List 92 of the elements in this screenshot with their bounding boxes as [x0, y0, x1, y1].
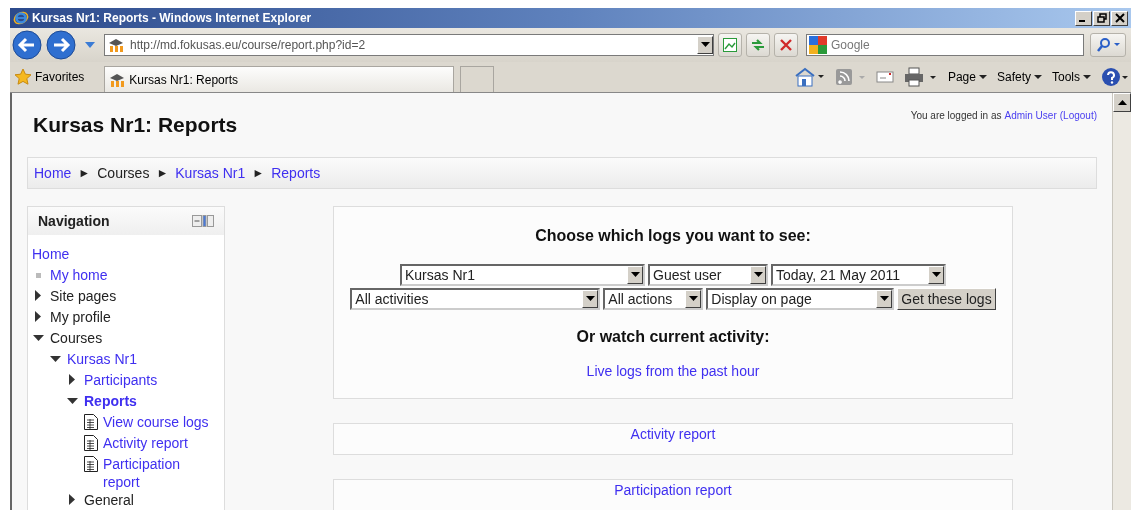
dock-icon[interactable] — [192, 215, 214, 227]
feeds-button[interactable] — [833, 67, 866, 87]
breadcrumb-item[interactable]: Kursas Nr1 — [175, 165, 246, 181]
breadcrumb-item[interactable]: Reports — [271, 165, 321, 181]
picture-icon — [722, 37, 738, 53]
browser-tab[interactable]: Kursas Nr1: Reports — [104, 66, 455, 92]
address-field[interactable]: http://md.fokusas.eu/course/report.php?id=2 — [104, 34, 714, 56]
command-menu[interactable]: Tools — [1052, 70, 1091, 84]
dropdown-select[interactable]: Today, 21 May 2011 — [771, 264, 946, 286]
refresh-button[interactable] — [746, 33, 770, 57]
caret-icon — [978, 74, 987, 80]
star-icon — [14, 68, 32, 86]
document-icon — [83, 434, 99, 452]
report-link[interactable]: Activity report — [630, 426, 716, 454]
help-button[interactable] — [1101, 67, 1129, 87]
back-button[interactable] — [12, 30, 42, 60]
breadcrumb-separator: ► — [252, 166, 265, 180]
caret-icon — [1034, 74, 1042, 80]
dropdown-select[interactable]: Guest user — [648, 264, 768, 286]
nav-item[interactable]: Activity report — [103, 434, 188, 452]
caret-icon — [753, 272, 763, 278]
up-arrow-icon — [1117, 99, 1127, 106]
nav-item[interactable]: Kursas Nr1 — [67, 350, 138, 368]
nav-item[interactable]: Courses — [50, 329, 103, 347]
caret-icon — [931, 272, 941, 278]
get-logs-button[interactable]: Get these logs — [897, 288, 996, 310]
scroll-up-button[interactable] — [1113, 93, 1131, 112]
login-text: You are logged in as — [910, 110, 1002, 121]
live-logs-link[interactable]: Live logs from the past hour — [586, 363, 760, 379]
feed-icon — [833, 67, 866, 87]
nav-item[interactable]: Reports — [84, 392, 137, 410]
nav-item[interactable]: Participants — [84, 371, 158, 389]
refresh-icon — [750, 37, 766, 53]
dropdown-select[interactable]: Display on page — [706, 288, 895, 310]
home-icon — [793, 67, 824, 87]
nav-item[interactable]: My home — [50, 266, 108, 284]
breadcrumb-separator: ► — [78, 166, 91, 180]
browser-e-icon — [13, 10, 29, 26]
caret-icon — [1083, 74, 1091, 80]
command-menu[interactable]: Page — [947, 70, 987, 84]
section-heading: Or watch current activity: — [576, 328, 770, 346]
nav-item[interactable]: View course logs — [103, 413, 209, 431]
report-link[interactable]: Participation report — [614, 482, 732, 510]
caret-icon — [700, 42, 710, 48]
dropdown-button[interactable] — [697, 36, 713, 54]
envelope-icon — [875, 70, 894, 84]
caret-icon — [879, 296, 889, 302]
page-heading: Kursas Nr1: Reports — [33, 113, 238, 137]
home-button[interactable] — [793, 67, 824, 87]
caret-icon — [630, 272, 640, 278]
caret-icon — [585, 296, 595, 302]
printer-icon — [903, 67, 938, 87]
dropdown-select[interactable]: Kursas Nr1 — [400, 264, 645, 286]
compatibility-view-button[interactable] — [718, 33, 742, 57]
breadcrumb-item: Courses — [97, 165, 150, 181]
section-heading: Choose which logs you want to see: — [535, 227, 811, 245]
nav-item[interactable]: My profile — [50, 308, 111, 326]
search-provider-icon — [809, 36, 827, 54]
block-title: Navigation — [38, 213, 110, 229]
forward-button[interactable] — [46, 30, 76, 60]
restore-button[interactable] — [1093, 10, 1110, 26]
command-menu[interactable]: Safety — [996, 70, 1042, 84]
search-icon — [1095, 37, 1121, 53]
user-link[interactable]: Admin User — [1004, 110, 1057, 121]
caret-icon — [688, 296, 698, 302]
nav-item[interactable]: Participation report — [103, 455, 220, 491]
dropdown-select[interactable]: All actions — [603, 288, 704, 310]
minimize-button[interactable] — [1075, 10, 1092, 26]
site-logo-icon — [108, 37, 126, 53]
close-icon — [778, 37, 794, 53]
search-button[interactable] — [1090, 33, 1126, 57]
search-field[interactable]: Google — [806, 34, 1084, 56]
dropdown-select[interactable]: All activities — [350, 288, 601, 310]
breadcrumb-item[interactable]: Home — [34, 165, 72, 181]
help-icon — [1101, 67, 1129, 87]
close-button[interactable] — [1111, 10, 1128, 26]
document-icon — [83, 413, 99, 431]
nav-item[interactable]: Home — [32, 245, 70, 263]
nav-item[interactable]: Site pages — [50, 287, 117, 305]
logout-link[interactable]: (Logout) — [1059, 110, 1097, 121]
print-button[interactable] — [903, 67, 938, 87]
restore-icon — [1096, 13, 1107, 23]
scrollbar[interactable] — [1112, 93, 1131, 510]
favorites-button[interactable]: Favorites — [14, 68, 85, 86]
nav-item[interactable]: General — [84, 491, 134, 509]
stop-button[interactable] — [774, 33, 798, 57]
caret-icon[interactable] — [84, 41, 96, 49]
window-title: Kursas Nr1: Reports - Windows Internet Explorer — [32, 11, 312, 25]
breadcrumb-separator: ► — [156, 166, 169, 180]
close-icon — [1114, 13, 1125, 23]
minimize-icon — [1079, 20, 1085, 22]
document-icon — [83, 455, 99, 473]
